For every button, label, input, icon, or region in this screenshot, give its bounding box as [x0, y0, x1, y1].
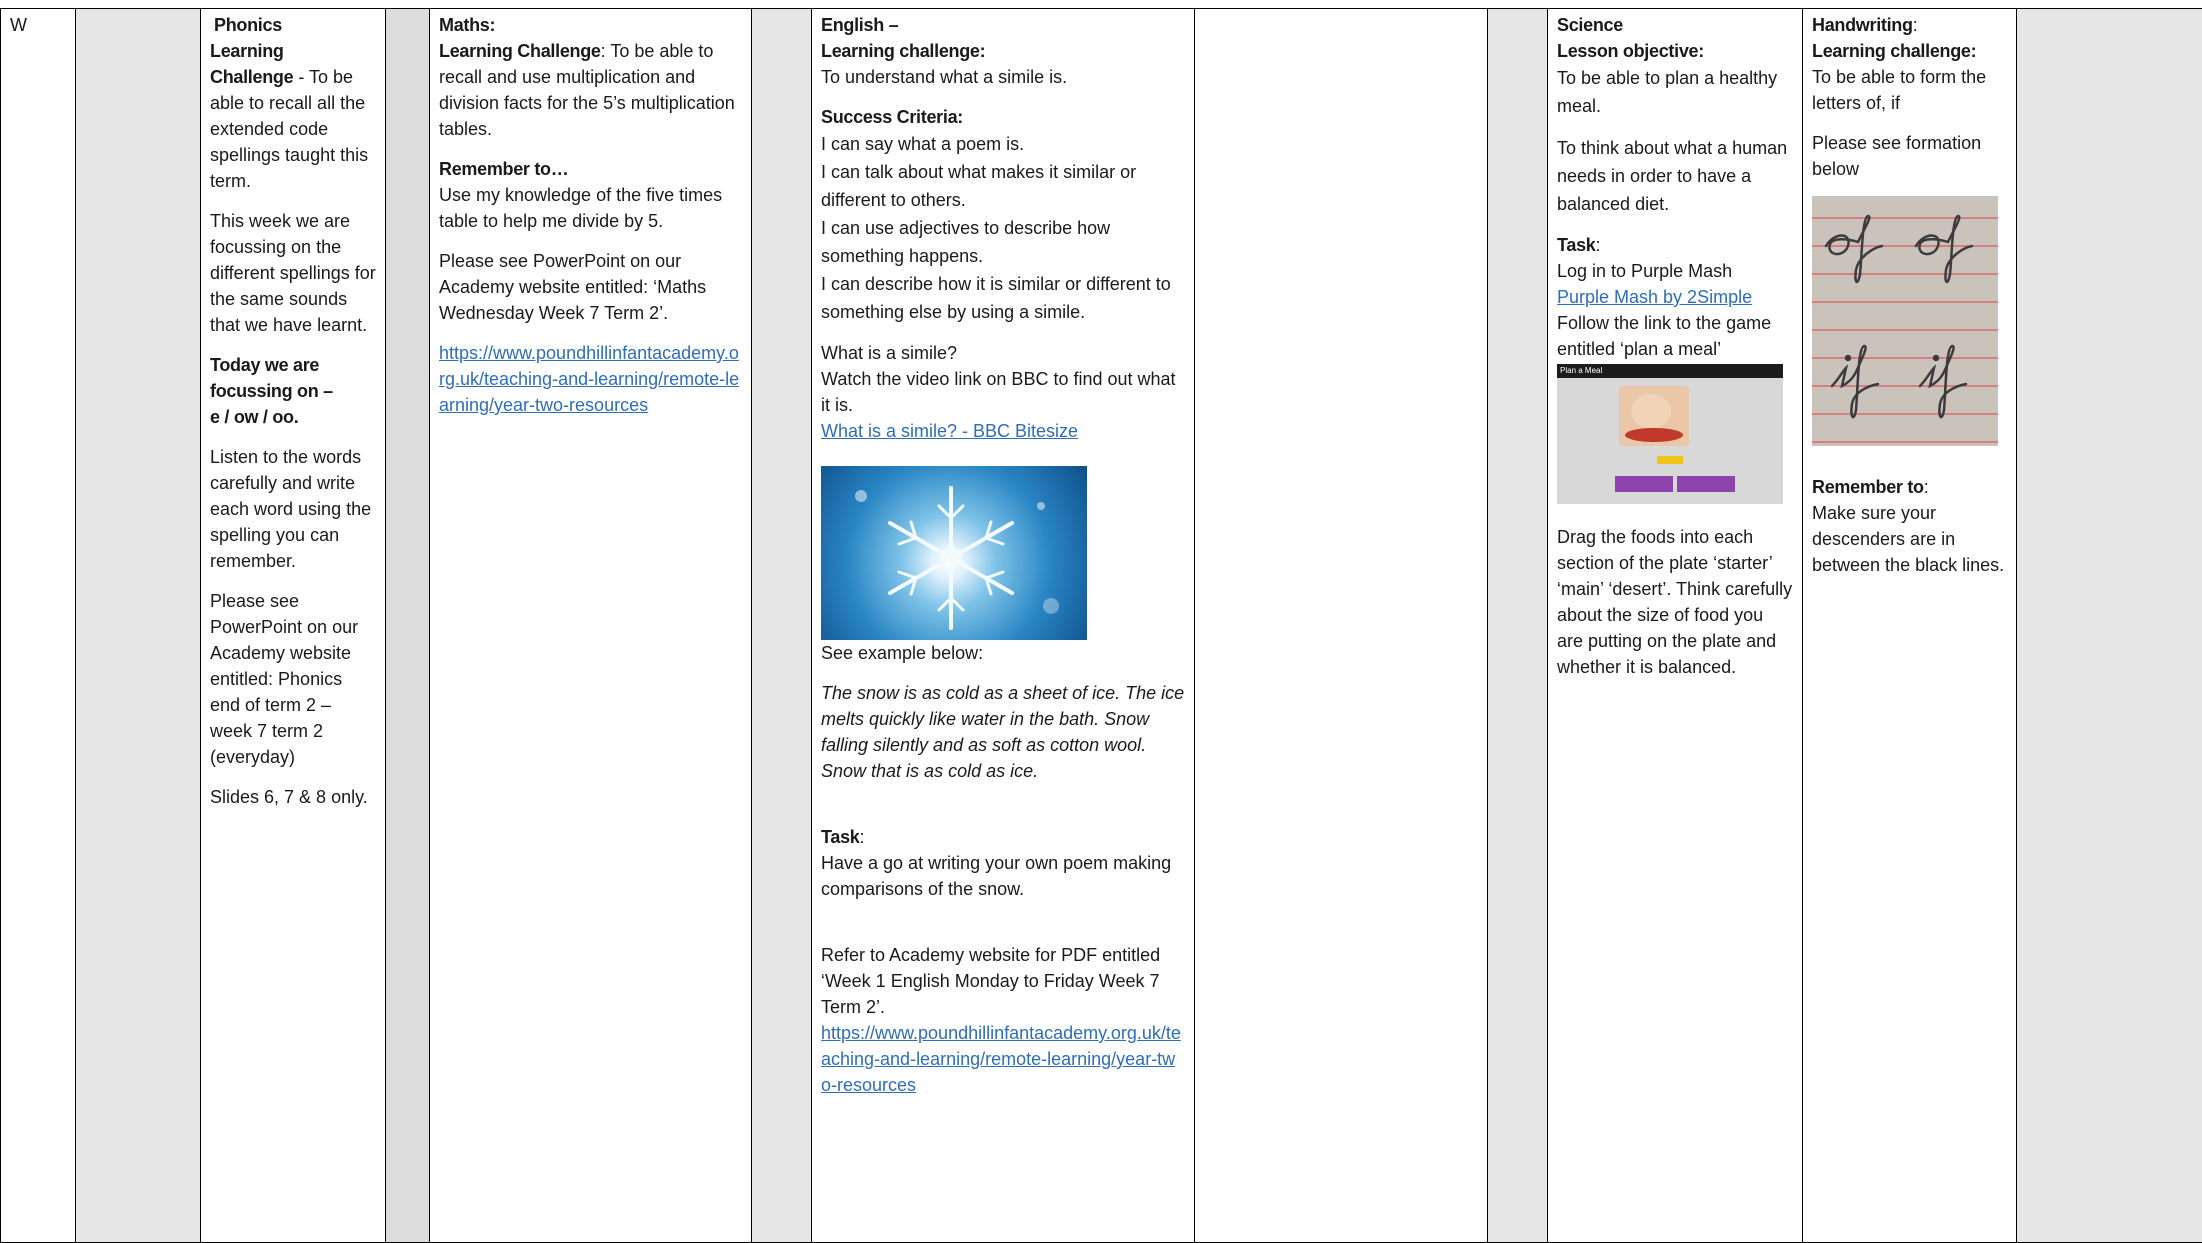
- science-objective-label: Lesson objective:: [1557, 41, 1704, 61]
- handwriting-heading-colon: :: [1912, 15, 1918, 35]
- english-task-colon: :: [859, 827, 865, 847]
- english-criteria-item: I can use adjectives to describe how som…: [821, 218, 1111, 266]
- phonics-focus-text: This week we are focussing on the differ…: [210, 211, 376, 335]
- handwriting-formation-image: [1812, 196, 1998, 446]
- spacer-cell: [75, 8, 201, 1243]
- english-task-label: Task: [821, 827, 860, 847]
- handwriting-remember-colon: :: [1923, 477, 1929, 497]
- english-cell: English – Learning challenge: To underst…: [811, 8, 1195, 1243]
- handwriting-heading: Handwriting: [1812, 15, 1913, 35]
- phonics-today-sounds: e / ow / oo.: [210, 407, 299, 427]
- science-heading: Science: [1557, 15, 1623, 35]
- handwriting-remember-label: Remember to: [1812, 477, 1924, 497]
- plan-a-meal-screenshot: Plan a Meal: [1557, 364, 1783, 504]
- maths-resources-link[interactable]: https://www.poundhillinfantacademy.org.u…: [439, 343, 739, 415]
- phonics-learning-label: Learning: [210, 41, 284, 61]
- english-task-text: Have a go at writing your own poem makin…: [821, 853, 1172, 899]
- english-video-text: Watch the video link on BBC to find out …: [821, 369, 1176, 415]
- english-criteria-item: I can talk about what makes it similar o…: [821, 162, 1137, 210]
- handwriting-cell: Handwriting: Learning challenge: To be a…: [1802, 8, 2017, 1243]
- english-criteria-item: I can say what a poem is.: [821, 134, 1025, 154]
- english-heading: English –: [821, 15, 899, 35]
- english-challenge-text: To understand what a simile is.: [821, 67, 1068, 87]
- maths-remember-label: Remember to…: [439, 159, 569, 179]
- science-task-label: Task: [1557, 235, 1596, 255]
- cursive-letters-icon: [1812, 214, 1998, 443]
- game-options-button[interactable]: [1677, 476, 1735, 492]
- maths-challenge-label: Learning Challenge: [439, 41, 601, 61]
- phonics-instructions: Listen to the words carefully and write …: [210, 447, 372, 571]
- english-example-label: See example below:: [821, 643, 984, 663]
- day-cell: W: [0, 8, 76, 1243]
- phonics-cell: Phonics Learning Challenge - To be able …: [200, 8, 386, 1243]
- science-think-text: To think about what a human needs in ord…: [1557, 138, 1788, 214]
- spacer-cell: [2016, 8, 2202, 1243]
- maths-remember-text: Use my knowledge of the five times table…: [439, 185, 723, 231]
- phonics-heading: Phonics: [214, 15, 282, 35]
- game-logo-icon: [1657, 456, 1683, 464]
- science-objective-text: To be able to plan a healthy meal.: [1557, 68, 1778, 116]
- bbc-bitesize-link[interactable]: What is a simile? - BBC Bitesize: [821, 421, 1078, 441]
- maths-powerpoint-note: Please see PowerPoint on our Academy web…: [439, 251, 707, 323]
- phonics-powerpoint-note: Please see PowerPoint on our Academy web…: [210, 591, 359, 767]
- english-refer-text: Refer to Academy website for PDF entitle…: [821, 945, 1161, 1017]
- phonics-today-label: Today we are focussing on –: [210, 355, 333, 401]
- science-cell: Science Lesson objective: To be able to …: [1547, 8, 1803, 1243]
- handwriting-formation-text: Please see formation below: [1812, 133, 1982, 179]
- science-follow-text: Follow the link to the game entitled ‘pl…: [1557, 313, 1772, 359]
- english-example-poem: The snow is as cold as a sheet of ice. T…: [821, 683, 1185, 781]
- child-eating-picture: [1619, 386, 1689, 446]
- phonics-slides-note: Slides 6, 7 & 8 only.: [210, 787, 368, 807]
- english-criteria-item: I can describe how it is similar or diff…: [821, 274, 1171, 322]
- game-start-button[interactable]: [1615, 476, 1673, 492]
- handwriting-challenge-label: Learning challenge:: [1812, 41, 1977, 61]
- snowflake-image: [821, 466, 1087, 640]
- science-login-text: Log in to Purple Mash: [1557, 261, 1733, 281]
- phonics-challenge-label: Challenge: [210, 67, 294, 87]
- weekly-timetable: W Phonics Learning Challenge - To be abl…: [0, 8, 2202, 1243]
- english-success-label: Success Criteria:: [821, 107, 963, 127]
- handwriting-challenge-text: To be able to form the letters of, if: [1812, 67, 1987, 113]
- document-page: W Phonics Learning Challenge - To be abl…: [0, 0, 2202, 1243]
- purple-mash-link[interactable]: Purple Mash by 2Simple: [1557, 287, 1752, 307]
- english-question: What is a simile?: [821, 343, 958, 363]
- maths-cell: Maths: Learning Challenge: To be able to…: [429, 8, 752, 1243]
- empty-cell: [1194, 8, 1488, 1243]
- english-resources-link[interactable]: https://www.poundhillinfantacademy.org.u…: [821, 1023, 1181, 1095]
- english-challenge-label: Learning challenge:: [821, 41, 986, 61]
- spacer-cell: [751, 8, 812, 1243]
- day-label: W: [10, 15, 27, 35]
- spacer-cell: [1487, 8, 1548, 1243]
- maths-heading: Maths:: [439, 15, 496, 35]
- spacer-cell: [385, 8, 430, 1243]
- game-title-bar: Plan a Meal: [1557, 364, 1783, 378]
- handwriting-remember-text: Make sure your descenders are in between…: [1812, 503, 2005, 575]
- science-drag-text: Drag the foods into each section of the …: [1557, 527, 1793, 677]
- science-task-colon: :: [1595, 235, 1601, 255]
- snowflake-icon: [855, 486, 1059, 630]
